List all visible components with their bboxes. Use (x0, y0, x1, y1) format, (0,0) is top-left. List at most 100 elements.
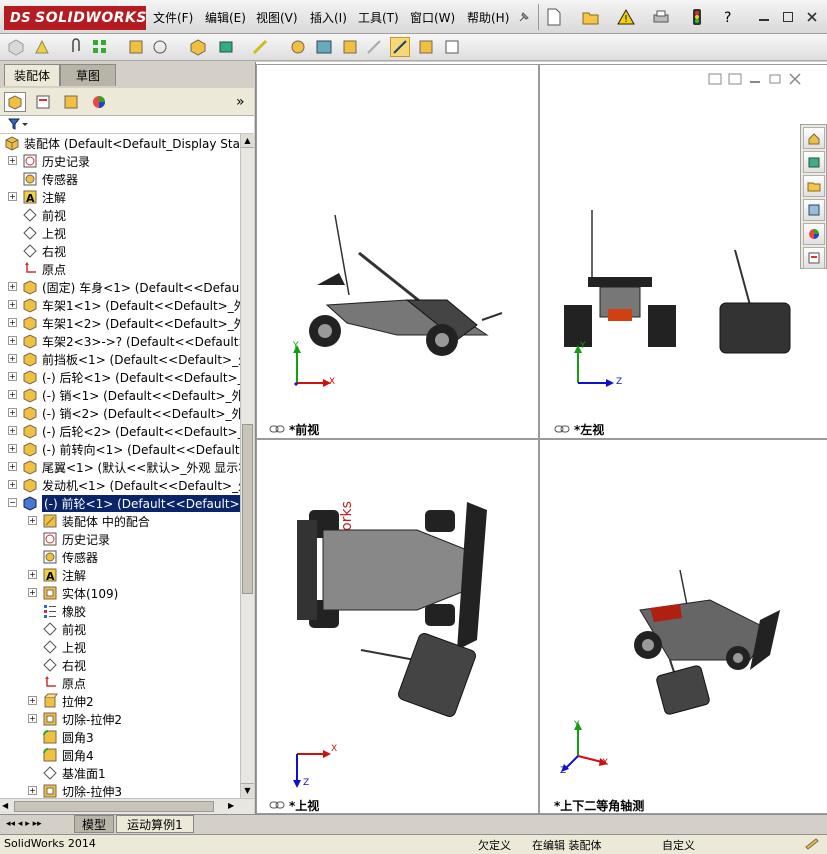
pin-icon[interactable] (513, 6, 535, 28)
tree-item[interactable]: + A 注解 (0, 566, 240, 584)
tree-item[interactable]: + 尾翼<1> (默认<<默认>_外观 显示状 (0, 458, 240, 476)
filter-icon[interactable] (7, 117, 28, 134)
tree-item[interactable]: 上视 (0, 638, 240, 656)
rebuild-warning-icon[interactable]: ! (615, 6, 637, 28)
expand-icon[interactable]: + (8, 336, 17, 345)
design-library-icon[interactable] (803, 151, 825, 173)
expand-icon[interactable]: + (28, 570, 37, 579)
feature-tree[interactable]: 装配体 (Default<Default_Display Sta + 历史记录 传感器… (0, 134, 240, 798)
viewport-link-views-icon[interactable] (708, 73, 722, 88)
close-icon[interactable] (801, 6, 823, 28)
tree-item[interactable]: 传感器 (0, 170, 240, 188)
tab-sketch[interactable]: 草图 (60, 64, 116, 86)
viewport-top[interactable]: SolidWorks X Z *上视 (256, 439, 539, 814)
tree-item[interactable]: 原点 (0, 674, 240, 692)
tree-item[interactable]: 原点 (0, 260, 240, 278)
tree-item[interactable]: 上视 (0, 224, 240, 242)
bill-of-materials-icon[interactable] (314, 37, 334, 57)
collapse-icon[interactable]: − (8, 498, 17, 507)
tree-horizontal-scrollbar[interactable]: ◀ ▶ (0, 798, 254, 814)
viewport-left[interactable]: Y Z *左视 (539, 64, 827, 439)
tree-item[interactable]: + 车架1<1> (Default<<Default>_外观 (0, 296, 240, 314)
viewport-restore-icon[interactable] (768, 73, 782, 88)
menu-insert[interactable]: 插入(I) (310, 9, 347, 26)
scroll-up-arrow-icon[interactable]: ▲ (241, 134, 254, 148)
exploded-view-icon[interactable] (340, 37, 360, 57)
tree-item[interactable]: + A 注解 (0, 188, 240, 206)
help-icon[interactable]: ? (718, 6, 740, 28)
tree-item[interactable]: + (-) 销<1> (Default<<Default>_外观 (0, 386, 240, 404)
explode-line-sketch-icon[interactable] (364, 37, 384, 57)
tree-item[interactable]: + 历史记录 (0, 152, 240, 170)
tree-item[interactable]: 基准面1 (0, 764, 240, 782)
menu-edit[interactable]: 编辑(E) (205, 9, 246, 26)
tree-vertical-scrollbar[interactable]: ▲ ▼ (240, 134, 254, 798)
viewport-front[interactable]: Y X *前视 (256, 64, 539, 439)
view-link-icon[interactable] (269, 799, 285, 813)
tree-item[interactable]: + 车架2<3>->? (Default<<Default>_外 (0, 332, 240, 350)
tree-item[interactable]: + 切除-拉伸2 (0, 710, 240, 728)
tree-item[interactable]: 圆角4 (0, 746, 240, 764)
mate-icon[interactable] (32, 37, 52, 57)
tree-item[interactable]: + 拉伸2 (0, 692, 240, 710)
clearance-verification-icon[interactable] (416, 37, 436, 57)
scroll-left-arrow-icon[interactable]: ◀ (2, 801, 8, 810)
viewport-tile-icon[interactable] (728, 73, 742, 88)
tree-item[interactable]: 橡胶 (0, 602, 240, 620)
expand-icon[interactable]: + (28, 714, 37, 723)
scroll-down-arrow-icon[interactable]: ▼ (241, 783, 254, 797)
menu-help[interactable]: 帮助(H) (467, 9, 509, 26)
tree-item[interactable]: + (-) 前转向<1> (Default<<Default>_ (0, 440, 240, 458)
expand-icon[interactable]: + (8, 156, 17, 165)
menu-view[interactable]: 视图(V) (256, 9, 298, 26)
print-icon[interactable] (650, 6, 672, 28)
tree-item[interactable]: + 实体(109) (0, 584, 240, 602)
tree-item[interactable]: 右视 (0, 242, 240, 260)
restore-icon[interactable] (777, 6, 799, 28)
smart-fasteners-icon[interactable] (126, 37, 146, 57)
expand-chevron-icon[interactable]: » (236, 94, 245, 110)
tree-item[interactable]: + (固定) 车身<1> (Default<<Default> (0, 278, 240, 296)
scroll-thumb[interactable] (242, 424, 253, 594)
tree-item[interactable]: 前视 (0, 206, 240, 224)
tree-item[interactable]: + (-) 销<2> (Default<<Default>_外观 (0, 404, 240, 422)
tree-item[interactable]: 前视 (0, 620, 240, 638)
tree-item[interactable]: 圆角3 (0, 728, 240, 746)
tab-motion-study[interactable]: 运动算例1 (116, 815, 194, 833)
graphics-area[interactable]: Y X *前视 Y Z *左视 X Z *上视 Y X Z *上下二等角轴测 (255, 62, 827, 814)
show-hidden-icon[interactable] (188, 37, 208, 57)
expand-icon[interactable]: + (8, 354, 17, 363)
expand-icon[interactable]: + (8, 318, 17, 327)
expand-icon[interactable]: + (8, 282, 17, 291)
solidworks-resources-icon[interactable] (803, 127, 825, 149)
new-document-icon[interactable] (543, 6, 565, 28)
traffic-light-icon[interactable] (686, 6, 708, 28)
viewport-close-icon[interactable] (788, 73, 802, 88)
tree-item[interactable]: 传感器 (0, 548, 240, 566)
view-link-icon[interactable] (554, 423, 570, 437)
tree-item[interactable]: 右视 (0, 656, 240, 674)
view-palette-icon[interactable] (803, 199, 825, 221)
tree-item[interactable]: + 切除-拉伸3 (0, 782, 240, 798)
tree-item[interactable]: + (-) 后轮<2> (Default<<Default>_外 (0, 422, 240, 440)
insert-component-icon[interactable] (6, 37, 26, 57)
expand-icon[interactable]: + (8, 408, 17, 417)
paperclip-icon[interactable] (66, 37, 86, 57)
expand-icon[interactable]: + (28, 696, 37, 705)
expand-icon[interactable]: + (28, 588, 37, 597)
custom-properties-icon[interactable] (803, 247, 825, 269)
appearances-icon[interactable] (803, 223, 825, 245)
status-units[interactable]: 自定义 (662, 837, 695, 853)
expand-icon[interactable]: + (8, 300, 17, 309)
viewport-minimize-icon[interactable] (748, 73, 762, 88)
hscroll-thumb[interactable] (14, 801, 214, 812)
feature-manager-icon[interactable] (4, 92, 26, 112)
file-explorer-icon[interactable] (803, 175, 825, 197)
instant3d-icon[interactable] (442, 37, 462, 57)
tree-item[interactable]: + (-) 后轮<1> (Default<<Default>_外 (0, 368, 240, 386)
menu-window[interactable]: 窗口(W) (410, 9, 455, 26)
open-folder-icon[interactable] (580, 6, 602, 28)
view-link-icon[interactable] (269, 423, 285, 437)
expand-icon[interactable]: + (28, 786, 37, 795)
viewport-isometric[interactable]: Y X Z *上下二等角轴测 (539, 439, 827, 814)
